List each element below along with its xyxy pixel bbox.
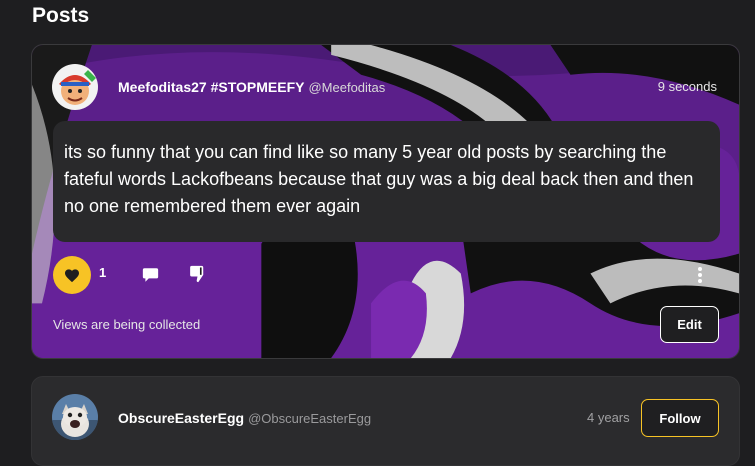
section-title: Posts: [32, 4, 90, 27]
heart-icon: [65, 268, 79, 282]
post-body-text: its so funny that you can find like so m…: [53, 121, 720, 242]
vertical-ellipsis-icon: [698, 267, 702, 283]
more-options-button[interactable]: [688, 263, 712, 287]
author-line: Meefoditas27 #STOPMEEFY @Meefoditas: [118, 79, 385, 95]
post-card: ObscureEasterEgg @ObscureEasterEgg 4 year…: [31, 376, 740, 466]
like-button[interactable]: [53, 256, 91, 294]
author-avatar[interactable]: [52, 394, 98, 440]
post-card: Meefoditas27 #STOPMEEFY @Meefoditas 9 sec…: [31, 44, 740, 359]
author-name[interactable]: ObscureEasterEgg: [118, 410, 244, 426]
author-line: ObscureEasterEgg @ObscureEasterEgg: [118, 410, 371, 426]
avatar-image: [52, 64, 98, 110]
views-status: Views are being collected: [53, 317, 201, 332]
dislike-button[interactable]: [185, 262, 209, 286]
author-avatar[interactable]: [52, 64, 98, 110]
author-name[interactable]: Meefoditas27 #STOPMEEFY: [118, 79, 304, 95]
comment-bubble-icon: [142, 268, 158, 282]
post-timestamp: 9 seconds: [657, 79, 717, 94]
author-handle[interactable]: @ObscureEasterEgg: [248, 411, 371, 426]
edit-button[interactable]: Edit: [660, 306, 719, 343]
thumbs-down-icon: [189, 265, 203, 283]
like-count: 1: [99, 265, 107, 280]
avatar-image: [52, 394, 98, 440]
author-handle[interactable]: @Meefoditas: [308, 80, 385, 95]
comment-button[interactable]: [138, 263, 162, 287]
post-timestamp: 4 years: [587, 410, 630, 425]
follow-button[interactable]: Follow: [641, 399, 719, 437]
